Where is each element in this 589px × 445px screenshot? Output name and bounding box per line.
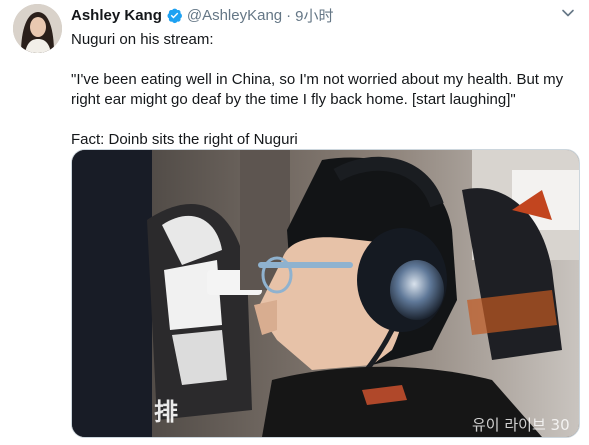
chevron-down-icon[interactable] bbox=[559, 4, 577, 22]
tweet-line-intro: Nuguri on his stream: bbox=[71, 31, 214, 48]
display-name[interactable]: Ashley Kang bbox=[71, 7, 162, 24]
tweet-quote: "I've been eating well in China, so I'm … bbox=[71, 71, 564, 108]
caption-right: 유이 라이브 30 bbox=[472, 416, 570, 434]
tweet-text: Nuguri on his stream: "I've been eating … bbox=[71, 30, 571, 150]
tweet-timestamp[interactable]: 9小时 bbox=[295, 5, 333, 26]
user-handle[interactable]: @AshleyKang bbox=[187, 7, 282, 24]
user-avatar-icon bbox=[13, 4, 62, 53]
avatar[interactable] bbox=[13, 4, 62, 53]
separator-dot: · bbox=[286, 6, 292, 24]
tweet-fact: Fact: Doinb sits the right of Nuguri bbox=[71, 131, 298, 148]
tweet-media-image[interactable]: 排 유이 라이브 30 bbox=[71, 149, 580, 438]
stream-screenshot: 排 유이 라이브 30 bbox=[72, 150, 579, 437]
verified-badge-icon bbox=[166, 7, 183, 24]
caption-left: 排 bbox=[154, 398, 178, 426]
tweet-header: Ashley Kang @AshleyKang · 9小时 bbox=[71, 5, 333, 26]
tweet-card: Ashley Kang @AshleyKang · 9小时 Nuguri on … bbox=[0, 0, 589, 445]
